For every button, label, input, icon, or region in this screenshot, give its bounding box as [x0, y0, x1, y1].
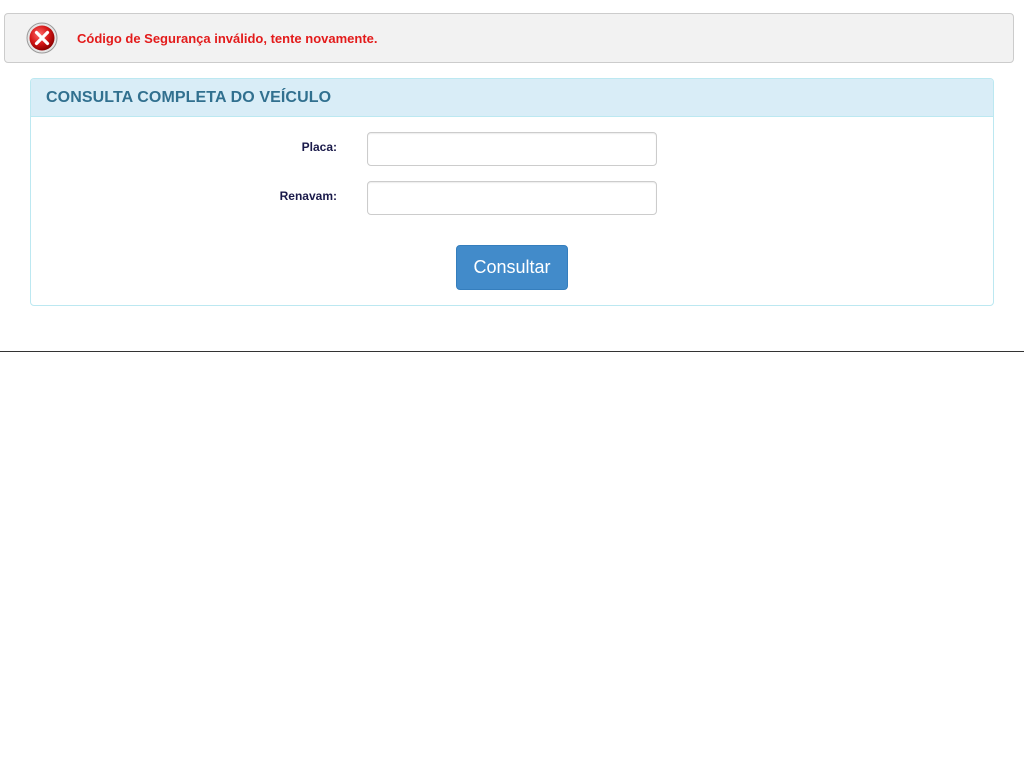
placa-input[interactable] [367, 132, 657, 166]
error-icon [26, 22, 58, 54]
error-message: Código de Segurança inválido, tente nova… [77, 30, 378, 46]
horizontal-divider [0, 351, 1024, 352]
renavam-input[interactable] [367, 181, 657, 215]
error-alert: Código de Segurança inválido, tente nova… [4, 13, 1014, 63]
placa-label: Placa: [301, 140, 337, 154]
panel-heading: CONSULTA COMPLETA DO VEÍCULO [31, 79, 993, 117]
panel-title: CONSULTA COMPLETA DO VEÍCULO [46, 88, 332, 106]
consultar-button[interactable]: Consultar [456, 245, 568, 290]
renavam-label: Renavam: [279, 189, 337, 203]
vehicle-query-panel: CONSULTA COMPLETA DO VEÍCULO Placa: Rena… [30, 78, 994, 306]
